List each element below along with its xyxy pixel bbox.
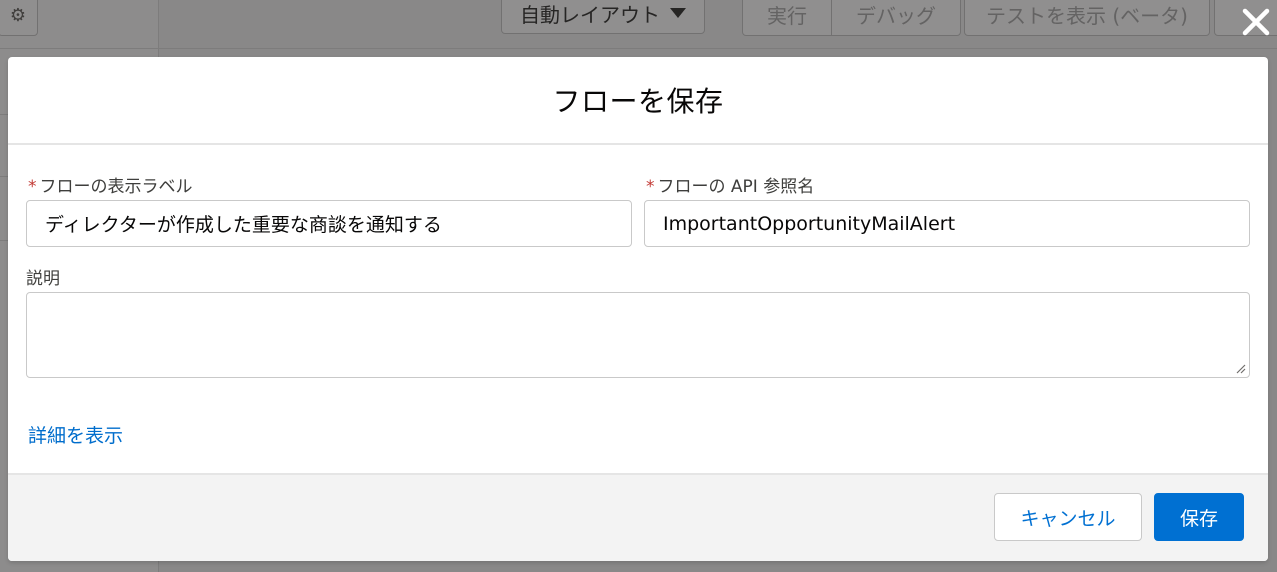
description-textarea[interactable] [26, 292, 1250, 378]
required-indicator: * [646, 177, 655, 197]
required-indicator: * [28, 177, 37, 197]
description-field-label: 説明 [26, 269, 60, 289]
resize-handle-icon[interactable] [1234, 362, 1246, 374]
flow-label-text: フローの表示ラベル [39, 177, 193, 197]
api-name-text: フローの API 参照名 [657, 177, 815, 197]
api-name-field-label: * フローの API 参照名 [646, 172, 814, 197]
show-details-link[interactable]: 詳細を表示 [28, 421, 123, 448]
flow-label-field-label: * フローの表示ラベル [28, 172, 193, 197]
modal-body: * フローの表示ラベル ディレクターが作成した重要な商談を通知する * フローの A… [8, 145, 1268, 475]
close-icon[interactable] [1237, 3, 1275, 41]
modal-title: フローを保存 [552, 85, 724, 118]
flow-label-input[interactable]: ディレクターが作成した重要な商談を通知する [26, 200, 632, 247]
cancel-button[interactable]: キャンセル [994, 493, 1142, 541]
save-flow-modal: フローを保存 * フローの表示ラベル ディレクターが作成した重要な商談を通知する … [8, 57, 1268, 561]
modal-footer: キャンセル 保存 [8, 473, 1268, 561]
save-button[interactable]: 保存 [1154, 493, 1244, 541]
modal-header: フローを保存 [8, 57, 1268, 145]
api-name-input[interactable]: ImportantOpportunityMailAlert [644, 200, 1250, 247]
